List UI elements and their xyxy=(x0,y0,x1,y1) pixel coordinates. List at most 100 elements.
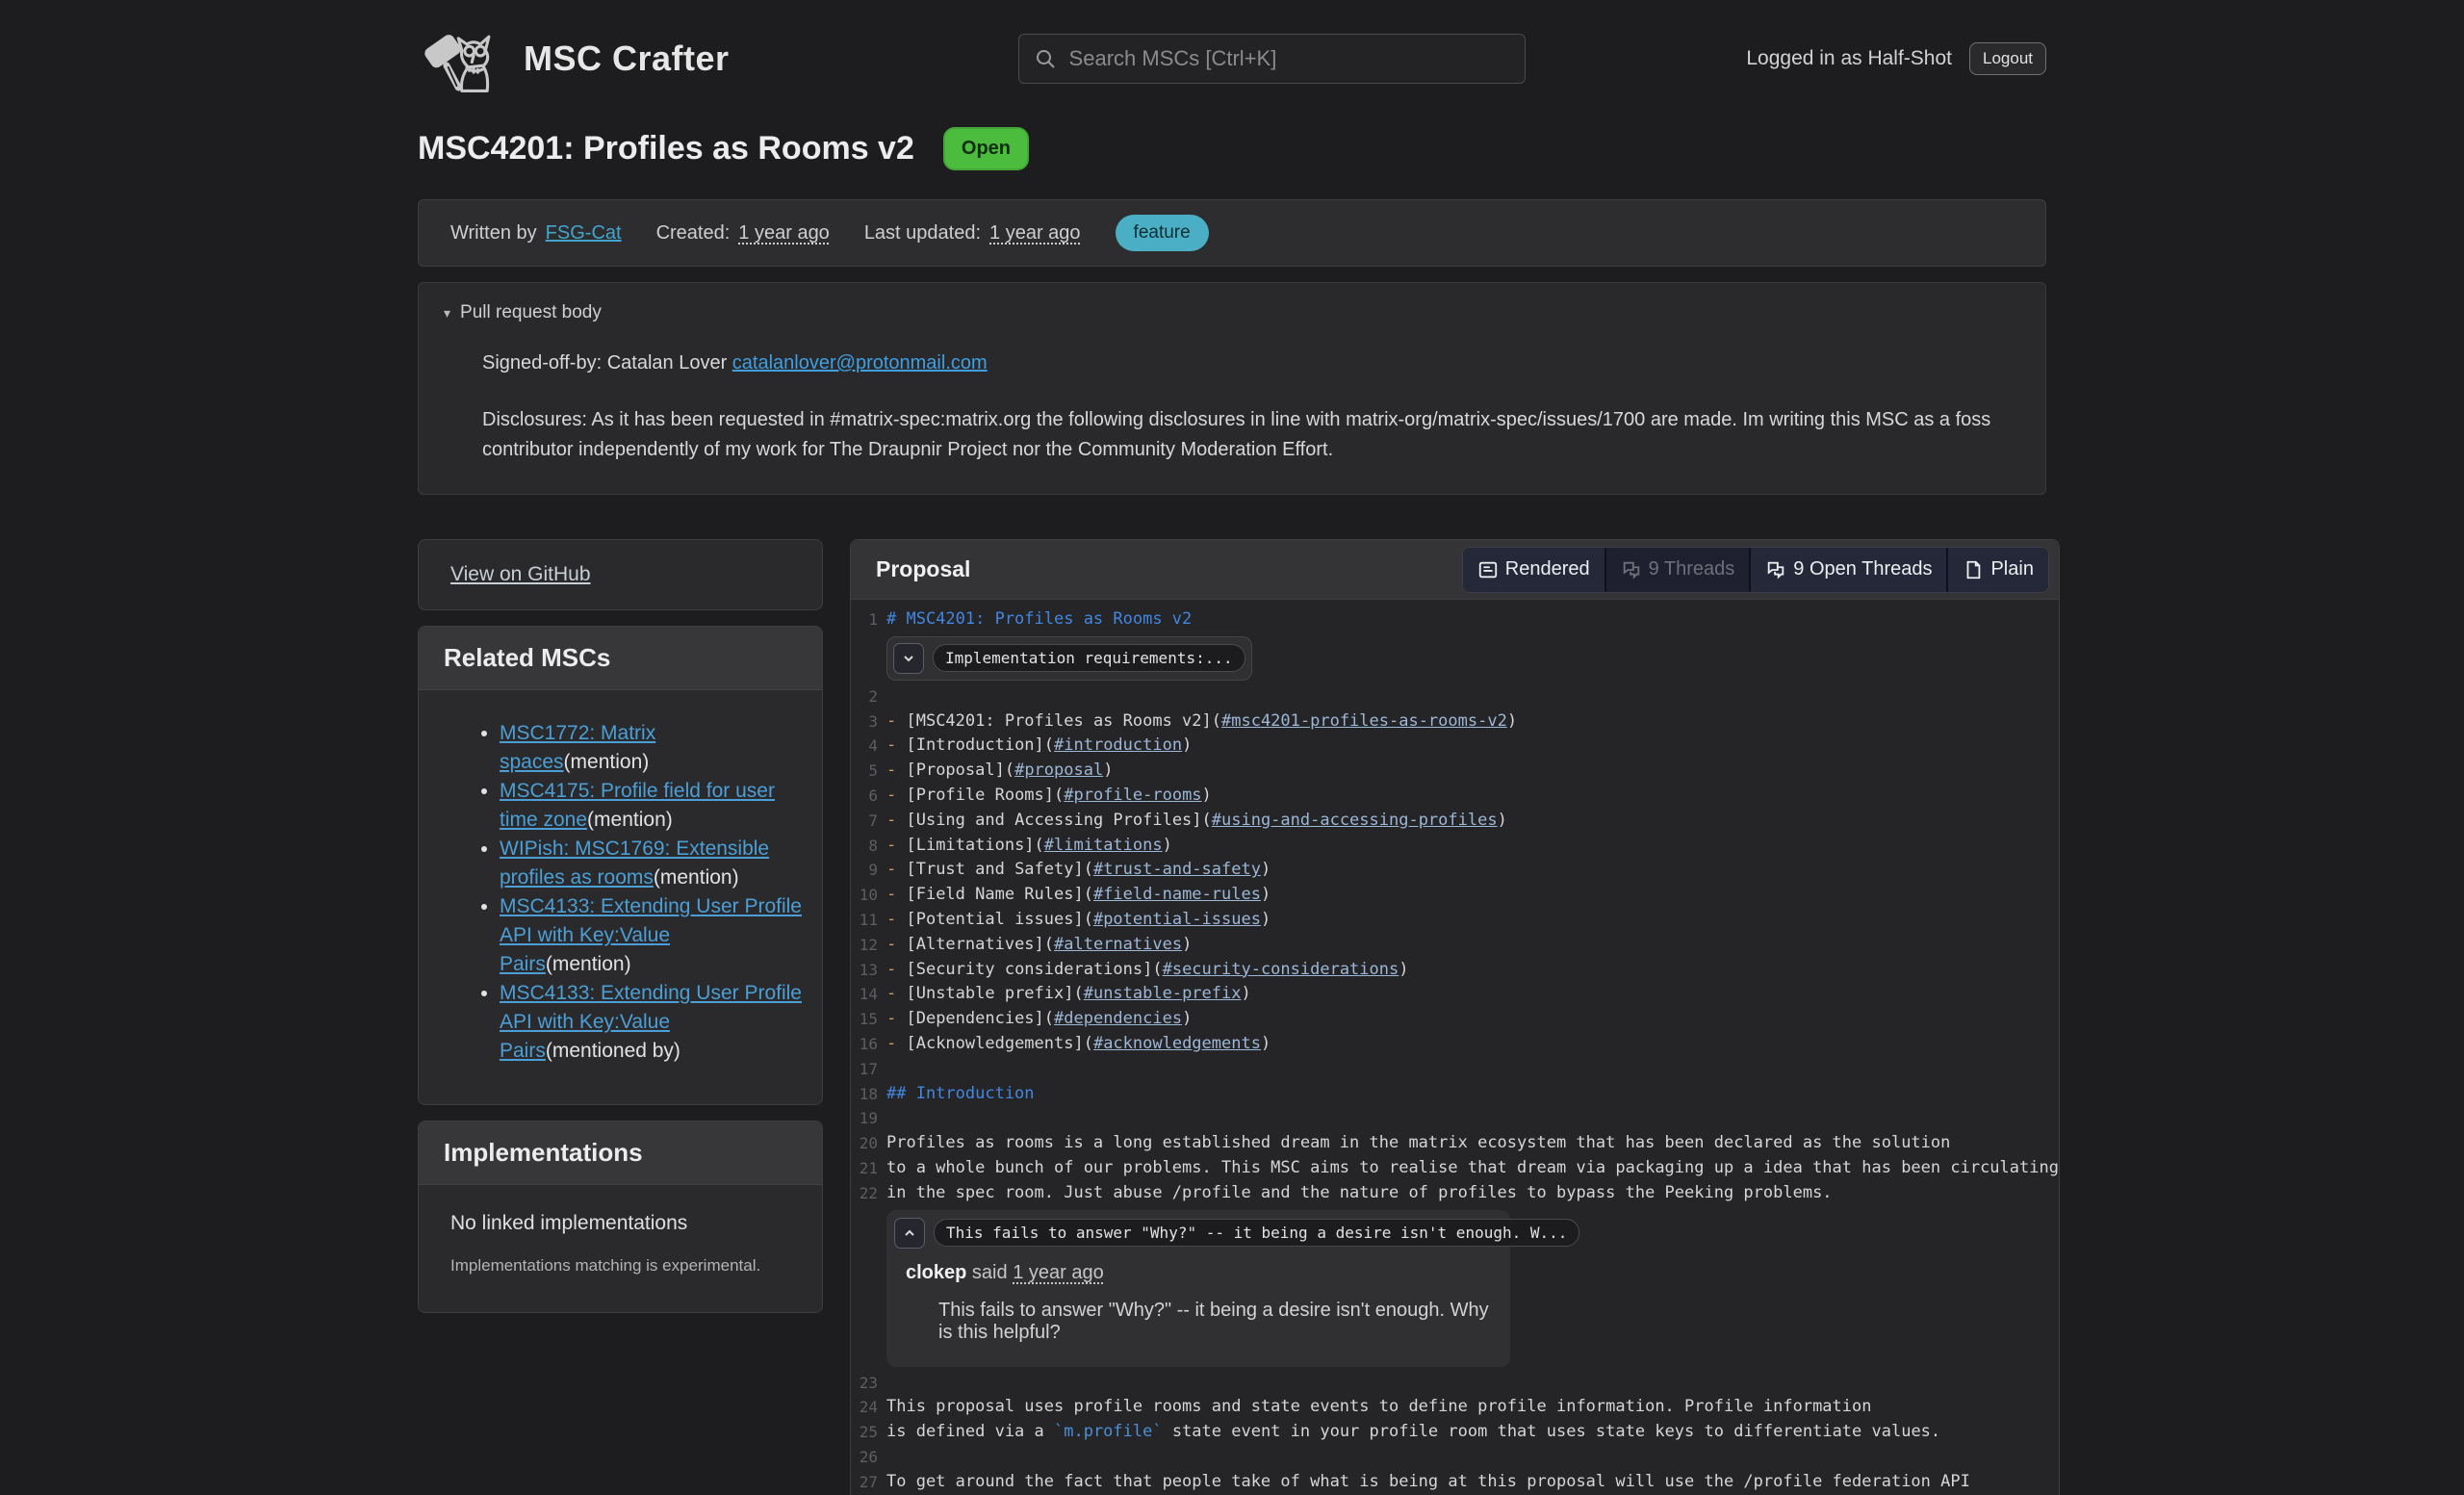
line-number: 23 xyxy=(851,1371,878,1396)
code-line: 10- [Field Name Rules](#field-name-rules… xyxy=(851,883,2059,908)
anchor-link[interactable]: #limitations xyxy=(1044,836,1163,855)
code-text: [Profile Rooms]( xyxy=(906,786,1064,805)
code-line: 16- [Acknowledgements](#acknowledgements… xyxy=(851,1032,2059,1057)
code-text: ) xyxy=(1103,760,1113,780)
search-input[interactable] xyxy=(1018,34,1526,84)
created-at: Created: 1 year ago xyxy=(656,222,830,245)
code-text: [Trust and Safety]( xyxy=(906,860,1092,879)
code-text: state event in your profile room that us… xyxy=(1163,1422,1941,1441)
thread-expand-button[interactable] xyxy=(893,643,924,674)
code-text: ) xyxy=(1498,811,1507,830)
line-number: 18 xyxy=(851,1082,878,1107)
author-link[interactable]: FSG-Cat xyxy=(546,222,622,245)
signed-off-email-link[interactable]: catalanlover@protonmail.com xyxy=(732,352,988,374)
updated-at: Last updated: 1 year ago xyxy=(864,222,1081,245)
threads-view-button[interactable]: 9 Threads xyxy=(1606,548,1752,592)
open-threads-view-button[interactable]: 9 Open Threads xyxy=(1751,548,1948,592)
code-text: ) xyxy=(1399,960,1408,979)
code-text: - xyxy=(886,935,906,954)
thread-collapse-button[interactable] xyxy=(894,1218,925,1249)
code-line: 6- [Profile Rooms](#profile-rooms) xyxy=(851,784,2059,809)
code-line: 25is defined via a `m.profile` state eve… xyxy=(851,1420,2059,1445)
said-label: said xyxy=(972,1262,1008,1283)
code-text: [MSC4201: Profiles as Rooms v2]( xyxy=(906,711,1221,731)
implementations-title: Implementations xyxy=(419,1121,822,1185)
code-text: - xyxy=(886,735,906,755)
line-number: 25 xyxy=(851,1420,878,1445)
code-text: - xyxy=(886,1034,906,1053)
related-mscs-card: Related MSCs MSC1772: Matrix spaces(ment… xyxy=(418,626,823,1105)
open-threads-view-label: 9 Open Threads xyxy=(1793,558,1932,580)
code-line: 8- [Limitations](#limitations) xyxy=(851,834,2059,859)
thread-preview[interactable]: This fails to answer "Why?" -- it being … xyxy=(934,1219,1579,1247)
anchor-link[interactable]: #unstable-prefix xyxy=(1084,984,1242,1003)
thread-body: clokep said 1 year ago This fails to ans… xyxy=(894,1249,1502,1359)
list-item: MSC1772: Matrix spaces(mention) xyxy=(500,719,805,777)
relation-type: (mention) xyxy=(587,809,673,831)
code-text: - xyxy=(886,836,906,855)
line-number: 4 xyxy=(851,734,878,759)
code-line: 18 ## Introduction xyxy=(851,1082,2059,1107)
sidebar: View on GitHub Related MSCs MSC1772: Mat… xyxy=(418,539,823,1313)
comment-meta: clokep said 1 year ago xyxy=(906,1262,1493,1284)
code-text: in the spec room. Just abuse /profile an… xyxy=(886,1183,1833,1202)
logout-button[interactable]: Logout xyxy=(1969,42,2046,75)
anchor-link[interactable]: #msc4201-profiles-as-rooms-v2 xyxy=(1221,711,1507,731)
code-line: 20Profiles as rooms is a long establishe… xyxy=(851,1131,2059,1156)
view-on-github-link[interactable]: View on GitHub xyxy=(450,563,591,585)
anchor-link[interactable]: #introduction xyxy=(1054,735,1182,755)
threads-view-label: 9 Threads xyxy=(1649,558,1735,580)
thread-header: This fails to answer "Why?" -- it being … xyxy=(894,1218,1502,1249)
code-line: 5- [Proposal](#proposal) xyxy=(851,759,2059,784)
anchor-link[interactable]: #dependencies xyxy=(1054,1009,1182,1028)
code-text: - xyxy=(886,910,906,929)
pr-body-summary-toggle[interactable]: ▾ Pull request body xyxy=(419,302,2045,323)
line-number: 13 xyxy=(851,958,878,983)
relation-type: (mention) xyxy=(564,751,650,773)
code-text: ## Introduction xyxy=(886,1084,1035,1103)
relation-type: (mention) xyxy=(654,866,739,889)
anchor-link[interactable]: #using-and-accessing-profiles xyxy=(1212,811,1498,830)
line-number: 6 xyxy=(851,784,878,809)
pr-body-summary-label: Pull request body xyxy=(460,302,602,323)
search-icon xyxy=(1034,47,1057,70)
anchor-link[interactable]: #profile-rooms xyxy=(1064,786,1201,805)
code-line: 27To get around the fact that people tak… xyxy=(851,1470,2059,1495)
code-line: 15- [Dependencies](#dependencies) xyxy=(851,1007,2059,1032)
line-number: 24 xyxy=(851,1395,878,1420)
proposal-title: Proposal xyxy=(876,556,970,582)
line-number: 14 xyxy=(851,982,878,1007)
pr-body-content: Signed-off-by: Catalan Lover catalanlove… xyxy=(419,323,2045,465)
line-number: 7 xyxy=(851,809,878,834)
plain-view-button[interactable]: Plain xyxy=(1948,548,2047,592)
anchor-link[interactable]: #security-considerations xyxy=(1163,960,1399,979)
line-number: 26 xyxy=(851,1445,878,1470)
code-text: - xyxy=(886,885,906,904)
anchor-link[interactable]: #trust-and-safety xyxy=(1093,860,1261,879)
feature-tag-badge: feature xyxy=(1116,215,1209,251)
thread-preview[interactable]: Implementation requirements:... xyxy=(933,644,1245,672)
code-line: 9- [Trust and Safety](#trust-and-safety) xyxy=(851,858,2059,883)
list-item: WIPish: MSC1769: Extensible profiles as … xyxy=(500,835,805,892)
relation-type: (mention) xyxy=(546,953,631,975)
updated-value: 1 year ago xyxy=(989,222,1081,245)
anchor-link[interactable]: #alternatives xyxy=(1054,935,1182,954)
code-text: ) xyxy=(1163,836,1172,855)
code-text: - xyxy=(886,860,906,879)
anchor-link[interactable]: #acknowledgements xyxy=(1093,1034,1261,1053)
code-line: 13- [Security considerations](#security-… xyxy=(851,958,2059,983)
code-text: To get around the fact that people take … xyxy=(886,1472,1970,1491)
msc-title-row: MSC4201: Profiles as Rooms v2 Open xyxy=(418,127,2046,170)
code-line: 14- [Unstable prefix](#unstable-prefix) xyxy=(851,982,2059,1007)
code-line: 4- [Introduction](#introduction) xyxy=(851,734,2059,759)
line-number: 12 xyxy=(851,933,878,958)
anchor-link[interactable]: #potential-issues xyxy=(1093,910,1261,929)
signed-off-text: Signed-off-by: Catalan Lover xyxy=(482,352,732,374)
list-item: MSC4133: Extending User Profile API with… xyxy=(500,892,805,979)
code-line: 17 xyxy=(851,1057,2059,1082)
rendered-view-button[interactable]: Rendered xyxy=(1463,548,1606,592)
rendered-view-label: Rendered xyxy=(1505,558,1590,580)
anchor-link[interactable]: #proposal xyxy=(1014,760,1103,780)
code-line: 19 xyxy=(851,1106,2059,1131)
anchor-link[interactable]: #field-name-rules xyxy=(1093,885,1261,904)
